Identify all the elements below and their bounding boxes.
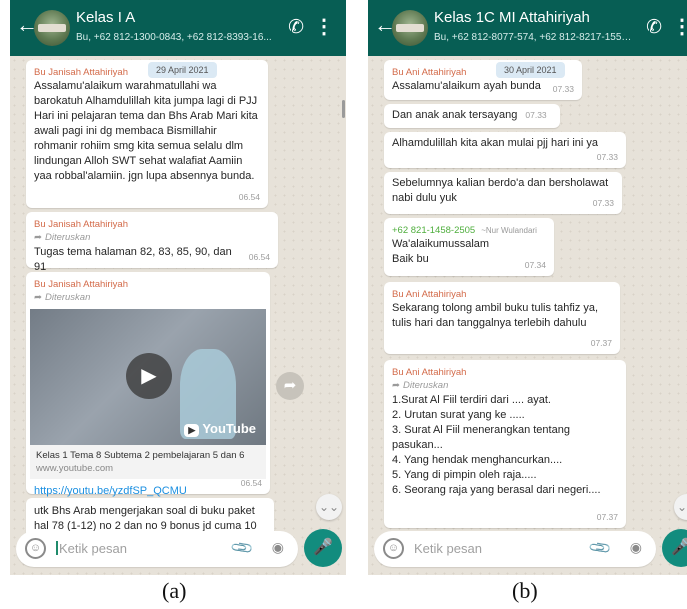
youtube-label: YouTube [202,421,256,436]
message-bubble[interactable]: Bu Janisah Attahiriyah Assalamu'alaikum … [26,60,268,208]
mic-icon[interactable]: 🎤 [304,529,342,567]
paperclip-icon[interactable]: 📎 [588,535,613,561]
message-text: Alhamdulillah kita akan mulai pjj hari i… [392,137,599,149]
question-line: 2. Urutan surat yang ke ..... [392,409,525,421]
youtube-logo: ▶ YouTube [184,421,256,437]
message-text: Tugas tema halaman 82, 83, 85, 90, dan 9… [34,246,232,273]
message-time: 07.37 [590,338,612,348]
message-bubble[interactable]: Bu Ani Attahiriyah Sekarang tolong ambil… [384,282,620,354]
more-vert-icon[interactable]: ⋮ [672,14,687,39]
forwarded-label: ➦ Diteruskan [34,291,262,305]
message-text: Assalamu'alaikum ayah bunda [392,80,541,92]
scrollbar[interactable] [342,100,345,118]
message-time: 07.33 [596,152,618,162]
more-vert-icon[interactable]: ⋮ [314,14,334,39]
forwarded-label: ➦ Diteruskan [34,231,270,245]
sender-name: Bu Janisah Attahiriyah [34,67,129,78]
forward-icon: ➦ [392,380,400,391]
message-text: Wa'alaikumussalam Baik bu [392,238,490,265]
forward-icon[interactable]: ➦ [276,372,304,400]
chat-header: ← Kelas I A Bu, +62 812-1300-0843, +62 8… [10,0,346,56]
message-time: 07.33 [525,110,547,120]
message-text: utk Bhs Arab mengerjakan soal di buku pa… [34,505,257,532]
forwarded-label: ➦ Diteruskan [392,379,618,393]
camera-icon[interactable]: ◉ [630,539,642,556]
forwarded-text: Diteruskan [402,380,449,391]
message-time: 07.37 [596,512,618,522]
message-bubble[interactable]: Bu Ani Attahiriyah ➦ Diteruskan 1.Surat A… [384,360,626,528]
paperclip-icon[interactable]: 📎 [230,535,255,561]
group-title[interactable]: Kelas 1C MI Attahiriyah [434,9,590,26]
group-members[interactable]: Bu, +62 812-8077-574, +62 812-8217-1554.… [434,32,634,43]
group-avatar[interactable] [392,10,428,46]
placeholder-text: Ketik pesan [414,541,482,556]
message-link[interactable]: https://youtu.be/yzdfSP_QCMU [34,485,187,497]
chat-header: ← Kelas 1C MI Attahiriyah Bu, +62 812-80… [368,0,687,56]
sender-phone-number: +62 821-1458-2505 [392,225,476,236]
message-input[interactable]: ☺ Ketik pesan 📎 ◉ [374,531,656,567]
preview-domain: www.youtube.com [36,463,114,474]
message-bubble[interactable]: +62 821-1458-2505 ~Nur Wulandari Wa'alaik… [384,218,554,276]
question-line: 5. Yang di pimpin oleh raja..... [392,469,537,481]
chat-screen-a: ← Kelas I A Bu, +62 812-1300-0843, +62 8… [10,0,346,575]
emoji-icon[interactable]: ☺ [25,538,46,559]
sender-push-name: ~Nur Wulandari [481,226,537,235]
message-time: 07.33 [552,84,574,94]
add-call-icon[interactable]: ✆ [646,16,662,39]
add-call-icon[interactable]: ✆ [288,16,304,39]
message-placeholder[interactable]: Ketik pesan [414,541,482,556]
forward-icon: ➦ [34,232,42,243]
message-bubble[interactable]: Bu Janisah Attahiriyah ➦ Diteruskan ▶ ▶ Yo… [26,272,270,497]
sender-phone: +62 821-1458-2505 ~Nur Wulandari [392,224,546,237]
emoji-icon[interactable]: ☺ [383,538,404,559]
forwarded-text: Diteruskan [44,292,91,303]
question-line: 4. Yang hendak menghancurkan.... [392,454,563,466]
message-time: 06.54 [238,192,260,202]
message-text: Sekarang tolong ambil buku tulis tahfiz … [392,302,599,329]
sender-name: Bu Ani Attahiriyah [392,289,467,300]
message-bubble[interactable]: Bu Janisah Attahiriyah ➦ Diteruskan Tugas… [26,212,278,273]
sender-name: Bu Janisah Attahiriyah [34,279,129,290]
youtube-play-icon: ▶ [184,424,200,437]
text-caret [56,541,58,555]
message-text: Dan anak anak tersayang [392,109,518,121]
message-time: 07.34 [524,260,546,270]
message-placeholder[interactable]: Ketik pesan [56,541,127,556]
message-bubble[interactable]: Dan anak anak tersayang 07.33 [384,104,560,128]
forward-icon: ➦ [34,292,42,303]
sender-name: Bu Ani Attahiriyah [392,367,467,378]
placeholder-text: Ketik pesan [59,541,127,556]
question-line: 3. Surat Al Fiil menerangkan tentang pas… [392,424,570,451]
figure-caption-a: (a) [162,578,187,603]
question-line: 6. Seorang raja yang berasal dari negeri… [392,484,601,496]
date-chip: 29 April 2021 [148,62,217,78]
message-text: Sebelumnya kalian berdo'a dan bersholawa… [392,177,609,204]
group-avatar[interactable] [34,10,70,46]
video-thumbnail[interactable]: ▶ ▶ YouTube [30,309,266,445]
figure-caption-b: (b) [512,578,538,603]
sender-name: Bu Janisah Attahiriyah [34,219,129,230]
group-title[interactable]: Kelas I A [76,9,135,26]
play-icon[interactable]: ▶ [126,353,172,399]
question-line: 1.Surat Al Fiil terdiri dari .... ayat. [392,394,551,406]
message-time: 06.54 [240,478,262,488]
preview-title: Kelas 1 Tema 8 Subtema 2 pembelajaran 5 … [36,450,245,461]
message-input[interactable]: ☺ Ketik pesan 📎 ◉ [16,531,298,567]
message-text: Assalamu'alaikum warahmatullahi wa barok… [34,80,258,182]
chat-screen-b: ← Kelas 1C MI Attahiriyah Bu, +62 812-80… [368,0,687,575]
date-chip: 30 April 2021 [496,62,565,78]
message-time: 07.33 [592,198,614,208]
camera-icon[interactable]: ◉ [272,539,284,556]
forwarded-text: Diteruskan [44,232,91,243]
group-members[interactable]: Bu, +62 812-1300-0843, +62 812-8393-16..… [76,32,276,43]
message-bubble[interactable]: Sebelumnya kalian berdo'a dan bersholawa… [384,172,622,214]
link-preview[interactable]: Kelas 1 Tema 8 Subtema 2 pembelajaran 5 … [30,445,266,479]
double-chevron-down-icon[interactable]: ⌄⌄ [316,494,342,520]
message-time: 06.54 [248,252,270,262]
message-bubble[interactable]: Alhamdulillah kita akan mulai pjj hari i… [384,132,626,168]
